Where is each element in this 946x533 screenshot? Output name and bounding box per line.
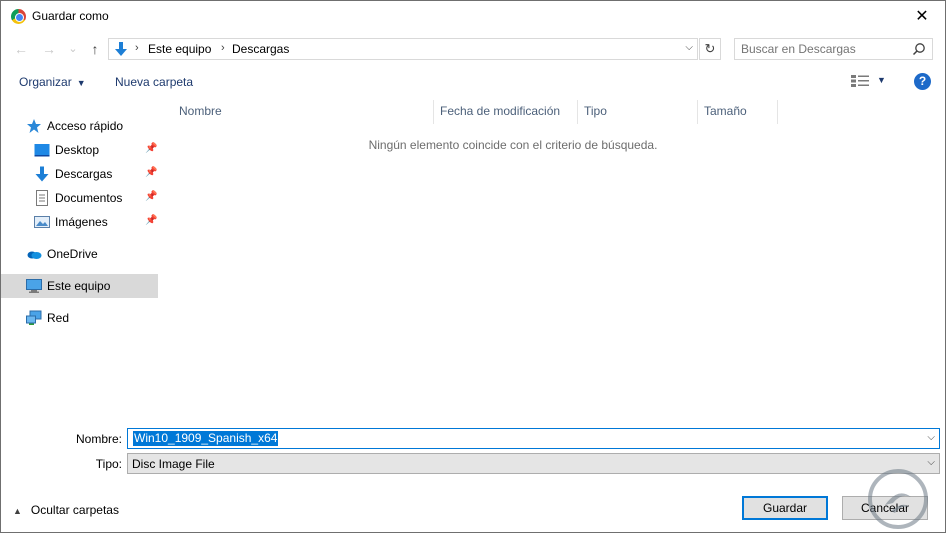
downloads-icon	[35, 166, 49, 182]
column-divider[interactable]	[433, 100, 434, 124]
sidebar-item-label: Acceso rápido	[47, 119, 124, 133]
downloads-icon	[115, 42, 127, 56]
navigation-bar: ← → ⌄ ↑ › Este equipo › Descargas ⌵ ↻	[1, 32, 945, 66]
chrome-icon	[11, 9, 26, 24]
sidebar-item-desktop[interactable]: Desktop 📌	[1, 138, 158, 162]
network-icon	[26, 310, 42, 325]
sidebar-item-label: Desktop	[55, 143, 100, 157]
sidebar-item-label: Red	[47, 311, 70, 325]
pictures-icon	[34, 216, 50, 228]
watermark-logo	[868, 469, 928, 529]
hide-folders-label: Ocultar carpetas	[30, 503, 119, 517]
sidebar-item-label: Este equipo	[47, 279, 111, 293]
column-divider[interactable]	[577, 100, 578, 124]
sidebar-item-documents[interactable]: Documentos 📌	[1, 186, 158, 210]
documents-icon	[36, 190, 48, 206]
navigation-pane: Acceso rápido Desktop 📌 Descargas 📌 Docu…	[1, 98, 161, 418]
file-name-field[interactable]: Win10_1909_Spanish_x64 ⌵	[127, 428, 940, 449]
sidebar-item-downloads[interactable]: Descargas 📌	[1, 162, 158, 186]
save-button[interactable]: Guardar	[742, 496, 828, 520]
onedrive-icon	[27, 251, 42, 259]
file-name-value[interactable]: Win10_1909_Spanish_x64	[133, 431, 279, 446]
column-header-date[interactable]: Fecha de modificación	[440, 100, 560, 124]
column-header-name[interactable]: Nombre	[179, 100, 222, 124]
file-list: Nombre Fecha de modificación Tipo Tamaño…	[161, 98, 945, 418]
breadcrumb-separator[interactable]: ›	[135, 42, 139, 54]
sidebar-item-onedrive[interactable]: OneDrive	[1, 242, 158, 266]
file-type-value: Disc Image File	[132, 457, 215, 471]
file-name-label: Nombre:	[75, 432, 122, 446]
file-type-select[interactable]: Disc Image File ⌵	[127, 453, 940, 474]
chevron-up-icon: ▲	[13, 506, 22, 516]
title-bar: Guardar como ✕	[1, 1, 945, 32]
search-input[interactable]	[735, 39, 905, 59]
breadcrumb-este-equipo[interactable]: Este equipo	[148, 42, 211, 56]
search-box[interactable]	[734, 38, 933, 60]
view-options-icon[interactable]	[851, 74, 869, 88]
close-button[interactable]: ✕	[899, 1, 945, 31]
column-header-type[interactable]: Tipo	[584, 100, 607, 124]
back-button[interactable]: ←	[13, 40, 29, 58]
desktop-icon	[34, 144, 50, 157]
sidebar-item-this-pc[interactable]: Este equipo	[1, 274, 158, 298]
window-title: Guardar como	[32, 9, 109, 23]
search-icon	[912, 43, 925, 56]
pin-icon: 📌	[145, 143, 158, 154]
pin-icon: 📌	[145, 167, 158, 178]
column-divider[interactable]	[697, 100, 698, 124]
pin-icon: 📌	[145, 215, 158, 226]
empty-results-message: Ningún elemento coincide con el criterio…	[368, 138, 658, 152]
command-bar: Organizar ▼ Nueva carpeta ▼ ?	[1, 66, 945, 98]
recent-locations-button[interactable]: ⌄	[65, 40, 81, 58]
chevron-down-icon[interactable]: ⌵	[927, 432, 935, 443]
hide-folders-toggle[interactable]: ▲ Ocultar carpetas	[13, 503, 119, 517]
up-button[interactable]: ↑	[87, 40, 103, 58]
sidebar-item-label: OneDrive	[47, 247, 98, 261]
sidebar-item-label: Documentos	[55, 191, 123, 205]
forward-button[interactable]: →	[41, 40, 57, 58]
sidebar-item-label: Descargas	[55, 167, 113, 181]
star-icon	[27, 119, 41, 133]
caret-down-icon: ▼	[76, 78, 86, 88]
file-type-label: Tipo:	[95, 457, 122, 471]
organize-label: Organizar	[19, 75, 72, 89]
sidebar-item-network[interactable]: Red	[1, 306, 158, 330]
breadcrumb-descargas[interactable]: Descargas	[232, 42, 289, 56]
view-dropdown-icon[interactable]: ▼	[877, 75, 886, 85]
breadcrumb-separator[interactable]: ›	[221, 42, 225, 54]
new-folder-button[interactable]: Nueva carpeta	[115, 75, 193, 89]
chevron-down-icon[interactable]: ⌵	[685, 42, 693, 53]
refresh-button[interactable]: ↻	[699, 38, 721, 60]
save-as-dialog: Guardar como ✕ ← → ⌄ ↑ › Este equipo › D…	[0, 0, 946, 533]
pin-icon: 📌	[145, 191, 158, 202]
sidebar-item-quick-access[interactable]: Acceso rápido	[1, 114, 158, 138]
column-divider[interactable]	[777, 100, 778, 124]
column-header-size[interactable]: Tamaño	[704, 100, 747, 124]
help-button[interactable]: ?	[914, 73, 931, 90]
sidebar-item-pictures[interactable]: Imágenes 📌	[1, 210, 158, 234]
computer-icon	[26, 279, 42, 293]
organize-button[interactable]: Organizar ▼	[19, 75, 86, 89]
sidebar-item-label: Imágenes	[55, 215, 108, 229]
address-bar[interactable]: › Este equipo › Descargas ⌵	[108, 38, 698, 60]
